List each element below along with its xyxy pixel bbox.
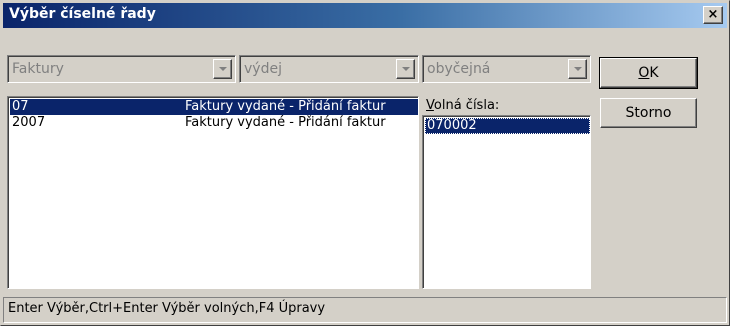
document-type-select[interactable]: Faktury — [7, 55, 236, 83]
ok-button[interactable]: OK — [599, 57, 698, 89]
direction-value: výdej — [244, 61, 282, 77]
storno-button-label: Storno — [625, 105, 672, 121]
free-numbers-list[interactable]: 070002 — [422, 115, 591, 289]
title-bar[interactable]: Výběr číselné řady × — [3, 3, 727, 28]
free-numbers-access-key: V — [426, 98, 434, 113]
series-kind-select[interactable]: obyčejná — [422, 55, 591, 83]
list-item[interactable]: 2007 Faktury vydané - Přidání faktur — [10, 115, 418, 131]
status-text: Enter Výběr,Ctrl+Enter Výběr volných,F4 … — [8, 301, 326, 316]
storno-button[interactable]: Storno — [600, 98, 697, 128]
series-description: Faktury vydané - Přidání faktur — [185, 99, 386, 114]
series-description: Faktury vydané - Přidání faktur — [185, 115, 386, 130]
status-bar: Enter Výběr,Ctrl+Enter Výběr volných,F4 … — [3, 297, 727, 323]
window-title: Výběr číselné řady — [9, 6, 156, 22]
ok-button-label: OK — [638, 65, 659, 81]
close-button[interactable]: × — [703, 6, 723, 24]
direction-select[interactable]: výdej — [239, 55, 419, 83]
dialog-window: Výběr číselné řady × Faktury výdej obyče… — [0, 0, 730, 326]
series-code: 07 — [12, 99, 29, 114]
series-code: 2007 — [12, 115, 46, 130]
list-item[interactable]: 070002 — [425, 118, 590, 134]
list-item[interactable]: 07 Faktury vydané - Přidání faktur — [10, 99, 418, 115]
free-numbers-label-rest: olná čísla: — [433, 98, 500, 113]
chevron-down-icon[interactable] — [568, 59, 587, 79]
chevron-down-icon[interactable] — [396, 59, 415, 79]
free-numbers-label: Volná čísla: — [426, 98, 499, 113]
document-type-value: Faktury — [12, 61, 64, 77]
close-icon: × — [707, 7, 719, 22]
chevron-down-icon[interactable] — [213, 59, 232, 79]
series-list[interactable]: 07 Faktury vydané - Přidání faktur 2007 … — [7, 96, 419, 289]
series-kind-value: obyčejná — [427, 61, 491, 77]
